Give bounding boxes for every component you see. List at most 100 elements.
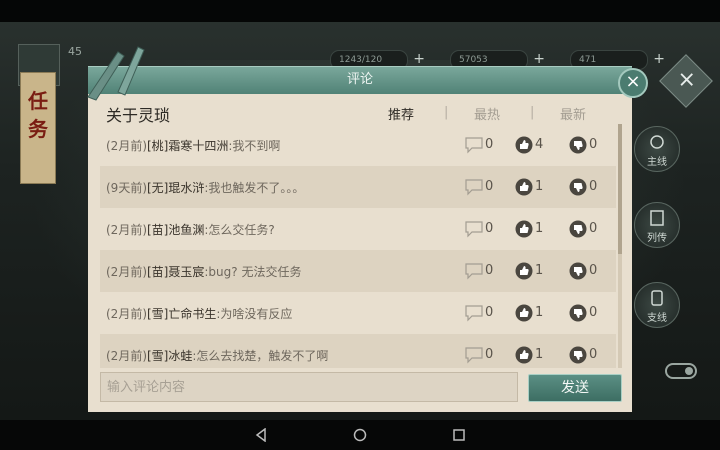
thumbs-down-icon [569,346,587,364]
reply-count: 0 [485,137,494,152]
comment-bubble-icon [465,221,483,238]
dislike-count: 0 [589,263,598,278]
tab-recommended[interactable]: 推荐 [388,104,414,123]
comment-text: (2月前)[雪]冰蛙:怎么去找楚，触发不了啊 [106,347,328,364]
thumbs-up-icon [515,262,533,280]
resource-stamina-value: 1243/120 [339,55,383,65]
comment-content: :怎么去找楚，触发不了啊 [192,349,329,363]
resource-gems-value: 471 [579,55,597,65]
comment-author: [桃]霜寒十四洲 [147,139,229,153]
sort-tabs: 推荐 | 最热 | 最新 [378,104,618,124]
comment-bubble-icon [465,305,483,322]
comment-text: (2月前)[雪]亡命书生:为啥没有反应 [106,305,292,322]
reply-count: 0 [485,305,494,320]
book-icon [650,210,664,226]
comment-author: [雪]冰蛙 [147,349,193,363]
comment-input[interactable]: 输入评论内容 [100,372,518,402]
like-count: 1 [535,347,544,362]
comment-bubble-icon [465,347,483,364]
main-quest-button[interactable]: 主线 [634,126,680,172]
comment-row: (2月前)[苗]池鱼渊:怎么交任务? 0 1 0 [100,208,616,250]
comment-bubble-icon [465,263,483,280]
thumbs-down-icon [569,304,587,322]
like-count: 1 [535,221,544,236]
reply-count: 0 [485,221,494,236]
outer-close-icon: × [677,67,696,93]
tab-hottest[interactable]: 最热 [474,104,500,123]
comment-author: [苗]聂玉宸 [147,265,205,279]
like-count: 1 [535,305,544,320]
quest-banner[interactable]: 任务 [20,72,56,184]
main-quest-label: 主线 [647,157,667,168]
back-icon[interactable] [254,428,268,442]
thumbs-up-icon [515,346,533,364]
system-nav-bar [0,420,720,450]
sword-decoration-icon [87,46,145,101]
comment-time: (2月前) [106,223,147,237]
comment-text: (2月前)[苗]聂玉宸:bug? 无法交任务 [106,263,301,280]
comment-time: (2月前) [106,307,147,321]
comment-list[interactable]: (2月前)[桃]霜寒十四洲:我不到啊 0 4 0 (9天前)[无]琨水浒:我也触… [100,124,616,368]
thumbs-up-icon [515,304,533,322]
thumbs-down-icon [569,262,587,280]
thumbs-up-icon [515,136,533,154]
recent-apps-icon[interactable] [452,428,466,442]
comment-author: [无]琨水浒 [147,181,205,195]
reply-count: 0 [485,347,494,362]
comment-row: (2月前)[苗]聂玉宸:bug? 无法交任务 0 1 0 [100,250,616,292]
like-count: 1 [535,179,544,194]
home-icon[interactable] [353,428,367,442]
topic-title: 关于灵琐 [106,106,171,125]
dialog-title: 评论 [346,72,373,87]
tab-newest[interactable]: 最新 [560,104,586,123]
comment-content: :为啥没有反应 [216,307,293,321]
comment-author: [雪]亡命书生 [147,307,217,321]
dislike-count: 0 [589,221,598,236]
thumbs-down-icon [569,220,587,238]
comment-author: [苗]池鱼渊 [147,223,205,237]
side-quest-label: 支线 [647,313,667,324]
like-count: 4 [535,137,544,152]
comment-text: (2月前)[桃]霜寒十四洲:我不到啊 [106,137,280,154]
comment-row: (2月前)[雪]亡命书生:为啥没有反应 0 1 0 [100,292,616,334]
comment-text: (2月前)[苗]池鱼渊:怎么交任务? [106,221,275,238]
comment-row: (2月前)[雪]冰蛙:怎么去找楚，触发不了啊 0 1 0 [100,334,616,368]
send-button[interactable]: 发送 [528,374,622,402]
comment-content: :bug? 无法交任务 [204,265,302,279]
comment-content: :我也触发不了。。。 [204,181,305,195]
comment-bubble-icon [465,137,483,154]
thumbs-down-icon [569,178,587,196]
thumbs-up-icon [515,220,533,238]
comment-scrollbar-thumb[interactable] [618,124,622,254]
close-icon: × [625,71,641,92]
thumbs-up-icon [515,178,533,196]
side-quest-button[interactable]: 支线 [634,282,680,328]
resource-coins-value: 57053 [459,55,488,65]
thumbs-down-icon [569,136,587,154]
biography-button[interactable]: 列传 [634,202,680,248]
reply-count: 0 [485,179,494,194]
dislike-count: 0 [589,137,598,152]
quest-banner-label: 任务 [28,89,48,141]
comment-row: (2月前)[桃]霜寒十四洲:我不到啊 0 4 0 [100,124,616,166]
comment-time: (2月前) [106,349,147,363]
scroll-icon [651,290,663,306]
add-gems-button[interactable]: + [653,50,665,68]
like-count: 1 [535,263,544,278]
comment-content: :我不到啊 [228,139,281,153]
dialog-close-button[interactable]: × [618,68,648,98]
main-quest-icon [650,135,664,149]
exit-icon[interactable] [664,360,704,382]
comment-text: (9天前)[无]琨水浒:我也触发不了。。。 [106,179,304,196]
dislike-count: 0 [589,305,598,320]
comment-time: (2月前) [106,139,147,153]
comment-row: (9天前)[无]琨水浒:我也触发不了。。。 0 1 0 [100,166,616,208]
tab-separator: | [530,105,535,120]
dislike-count: 0 [589,179,598,194]
comment-time: (9天前) [106,181,147,195]
comment-content: :怎么交任务? [204,223,275,237]
status-area [0,0,720,22]
comment-bubble-icon [465,179,483,196]
tab-separator: | [444,105,449,120]
comment-time: (2月前) [106,265,147,279]
